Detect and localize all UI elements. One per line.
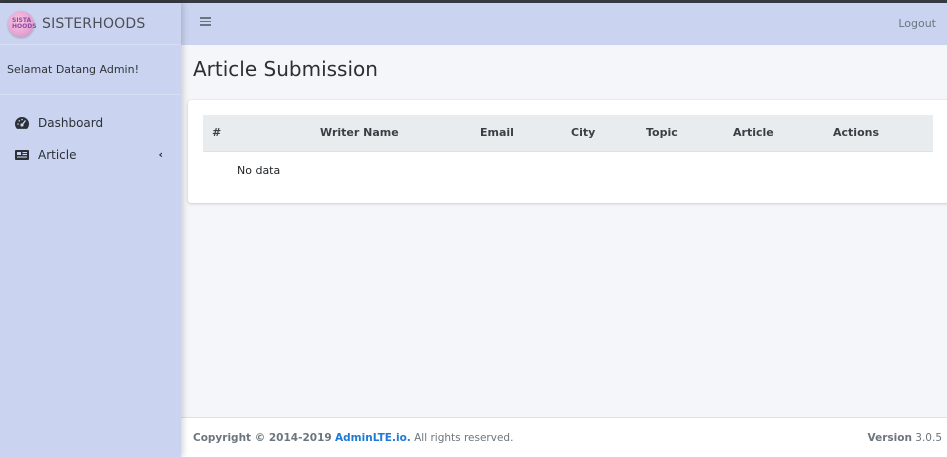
page-title: Article Submission [193,57,378,81]
copyright-text: Copyright © 2014-2019 AdminLTE.io. All r… [193,432,513,444]
submissions-card: # Writer Name Email City Topic Article A… [188,100,947,203]
user-greeting: Selamat Datang Admin! [7,63,139,76]
brand-link[interactable]: SISTA HOODS SISTERHOODS [0,3,181,45]
copyright-prefix: Copyright © 2014-2019 [193,432,332,444]
column-header-topic[interactable]: Topic [646,126,678,139]
column-header-article[interactable]: Article [733,126,774,139]
column-header-email[interactable]: Email [480,126,514,139]
sidebar-item-article[interactable]: Article ‹ [0,139,181,171]
sidebar-nav: Dashboard Article ‹ [0,107,181,171]
sidebar-item-dashboard[interactable]: Dashboard [0,107,181,139]
footer: Copyright © 2014-2019 AdminLTE.io. All r… [181,417,947,457]
user-panel: Selamat Datang Admin! [0,45,181,95]
copyright-suffix: All rights reserved. [414,432,514,444]
sidebar: SISTA HOODS SISTERHOODS Selamat Datang A… [0,3,181,457]
version-label: Version [867,432,912,444]
logout-link[interactable]: Logout [898,17,936,30]
column-header-city[interactable]: City [571,126,595,139]
newspaper-icon [15,150,29,160]
brand-logo: SISTA HOODS [8,10,37,37]
chevron-left-icon[interactable]: ‹ [158,148,163,161]
empty-table-message: No data [237,164,281,177]
hamburger-menu-icon[interactable] [200,17,211,26]
sidebar-item-label: Dashboard [38,116,104,130]
brand-name: SISTERHOODS [42,15,146,32]
top-navbar: Logout [181,3,947,45]
adminlte-link[interactable]: AdminLTE.io. [335,432,411,444]
column-header-writer-name[interactable]: Writer Name [320,126,399,139]
version-number: 3.0.5 [915,432,942,444]
tachometer-icon [15,117,29,129]
table-header-row: # Writer Name Email City Topic Article A… [203,115,933,152]
sidebar-item-label: Article [38,148,77,162]
column-header-actions[interactable]: Actions [833,126,879,139]
column-header-number[interactable]: # [212,126,221,139]
version-info: Version 3.0.5 [868,432,942,444]
